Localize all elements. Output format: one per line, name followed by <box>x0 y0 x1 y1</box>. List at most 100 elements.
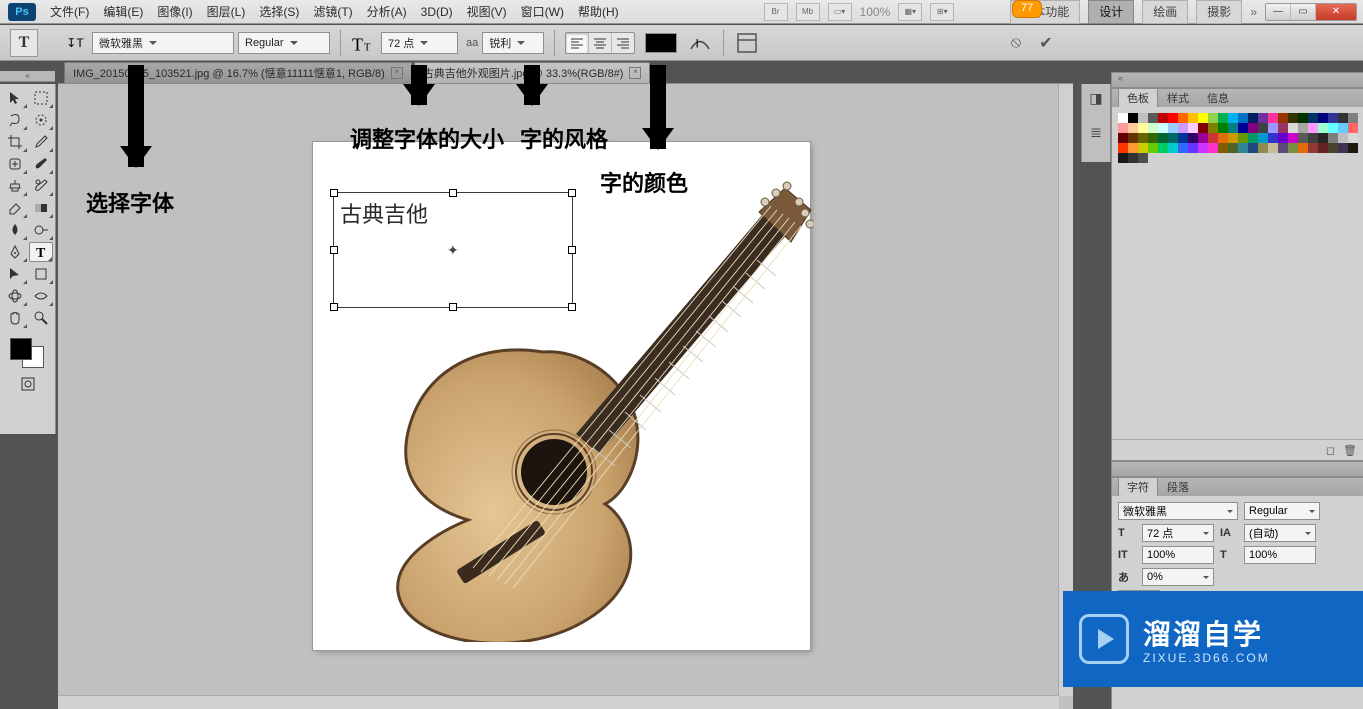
swatch-color[interactable] <box>1248 113 1258 123</box>
swatch-color[interactable] <box>1188 123 1198 133</box>
swatch-color[interactable] <box>1298 133 1308 143</box>
align-center-button[interactable] <box>588 33 611 53</box>
swatch-color[interactable] <box>1178 143 1188 153</box>
horizontal-scrollbar[interactable] <box>58 695 1059 709</box>
menu-image[interactable]: 图像(I) <box>157 3 192 20</box>
maximize-button[interactable]: ▭ <box>1290 4 1315 20</box>
workspace-more-icon[interactable]: » <box>1250 5 1257 19</box>
lasso-tool[interactable] <box>3 110 27 130</box>
dock-history-icon[interactable]: ◨ <box>1086 88 1106 108</box>
swatch-color[interactable] <box>1248 143 1258 153</box>
blur-tool[interactable] <box>3 220 27 240</box>
swatch-color[interactable] <box>1158 113 1168 123</box>
type-tool[interactable]: T <box>29 242 53 262</box>
swatch-color[interactable] <box>1118 123 1128 133</box>
swatch-color[interactable] <box>1128 113 1138 123</box>
swatch-color[interactable] <box>1228 113 1238 123</box>
gradient-tool[interactable] <box>29 198 53 218</box>
swatch-color[interactable] <box>1208 133 1218 143</box>
swatch-color[interactable] <box>1348 133 1358 143</box>
menu-analysis[interactable]: 分析(A) <box>367 3 407 20</box>
swatch-color[interactable] <box>1138 143 1148 153</box>
swatch-color[interactable] <box>1128 123 1138 133</box>
swatch-color[interactable] <box>1278 113 1288 123</box>
char-vscale[interactable]: 100% <box>1142 546 1214 564</box>
swatch-color[interactable] <box>1318 123 1328 133</box>
marquee-tool[interactable] <box>29 88 53 108</box>
menu-window[interactable]: 窗口(W) <box>521 3 564 20</box>
swatch-color[interactable] <box>1288 113 1298 123</box>
eyedropper-tool[interactable] <box>29 132 53 152</box>
swatch-color[interactable] <box>1328 143 1338 153</box>
char-leading[interactable]: (自动) <box>1244 524 1316 542</box>
notification-badge[interactable]: 77 <box>1012 0 1042 18</box>
clone-stamp-tool[interactable] <box>3 176 27 196</box>
swatch-color[interactable] <box>1308 113 1318 123</box>
swatch-color[interactable] <box>1298 143 1308 153</box>
swatch-color[interactable] <box>1168 143 1178 153</box>
3d-rotate-tool[interactable] <box>3 286 27 306</box>
swatch-color[interactable] <box>1138 123 1148 133</box>
swatch-color[interactable] <box>1158 143 1168 153</box>
warp-text-icon[interactable]: I <box>687 31 713 55</box>
swatch-color[interactable] <box>1218 133 1228 143</box>
swatch-color[interactable] <box>1298 123 1308 133</box>
pen-tool[interactable] <box>3 242 27 262</box>
swatch-color[interactable] <box>1208 113 1218 123</box>
swatch-color[interactable] <box>1118 133 1128 143</box>
shape-tool[interactable] <box>29 264 53 284</box>
move-tool[interactable] <box>3 88 27 108</box>
swatch-color[interactable] <box>1268 123 1278 133</box>
brush-tool[interactable] <box>29 154 53 174</box>
swatch-color[interactable] <box>1278 123 1288 133</box>
swatch-color[interactable] <box>1258 143 1268 153</box>
swatch-color[interactable] <box>1198 133 1208 143</box>
history-brush-tool[interactable] <box>29 176 53 196</box>
workspace-design[interactable]: 设计 <box>1088 0 1134 24</box>
swatch-color[interactable] <box>1328 133 1338 143</box>
swatch-color[interactable] <box>1348 113 1358 123</box>
swatch-color[interactable] <box>1278 143 1288 153</box>
swatch-color[interactable] <box>1198 123 1208 133</box>
font-size-dropdown[interactable]: 72 点 <box>381 32 458 54</box>
swatch-color[interactable] <box>1248 123 1258 133</box>
swatches-tab[interactable]: 色板 <box>1118 88 1158 107</box>
swatch-color[interactable] <box>1198 113 1208 123</box>
swatch-color[interactable] <box>1158 133 1168 143</box>
char-hscale[interactable]: 100% <box>1244 546 1316 564</box>
swatch-color[interactable] <box>1288 123 1298 133</box>
swatch-color[interactable] <box>1278 133 1288 143</box>
swatch-color[interactable] <box>1178 113 1188 123</box>
swatch-color[interactable] <box>1308 133 1318 143</box>
document-tab-0[interactable]: IMG_20150125_103521.jpg @ 16.7% (惬意11111… <box>64 62 412 83</box>
char-font-size[interactable]: 72 点 <box>1142 524 1214 542</box>
swatch-color[interactable] <box>1198 143 1208 153</box>
tools-collapse-handle[interactable]: « <box>0 71 55 82</box>
swatch-color[interactable] <box>1348 123 1358 133</box>
swatch-color[interactable] <box>1328 123 1338 133</box>
workspace-photo[interactable]: 摄影 <box>1196 0 1242 24</box>
swatch-color[interactable] <box>1208 123 1218 133</box>
swatch-color[interactable] <box>1228 143 1238 153</box>
swatch-color[interactable] <box>1168 133 1178 143</box>
swatch-color[interactable] <box>1178 123 1188 133</box>
swatch-color[interactable] <box>1148 143 1158 153</box>
font-family-dropdown[interactable]: 微软雅黑 <box>92 32 234 54</box>
crop-tool[interactable] <box>3 132 27 152</box>
swatch-color[interactable] <box>1288 133 1298 143</box>
swatch-color[interactable] <box>1338 123 1348 133</box>
dock-actions-icon[interactable]: ≣ <box>1086 122 1106 142</box>
styles-tab[interactable]: 样式 <box>1158 88 1198 107</box>
swatch-color[interactable] <box>1238 113 1248 123</box>
menu-select[interactable]: 选择(S) <box>259 3 299 20</box>
swatch-color[interactable] <box>1128 153 1138 163</box>
bridge-icon[interactable]: Br <box>764 3 788 21</box>
menu-edit[interactable]: 编辑(E) <box>103 3 143 20</box>
swatch-grid[interactable] <box>1118 113 1357 163</box>
extras-icon[interactable]: ⊞▾ <box>930 3 954 21</box>
swatch-color[interactable] <box>1208 143 1218 153</box>
color-fg-bg[interactable] <box>10 338 44 368</box>
swatch-color[interactable] <box>1138 153 1148 163</box>
swatch-color[interactable] <box>1348 143 1358 153</box>
info-tab[interactable]: 信息 <box>1198 88 1238 107</box>
